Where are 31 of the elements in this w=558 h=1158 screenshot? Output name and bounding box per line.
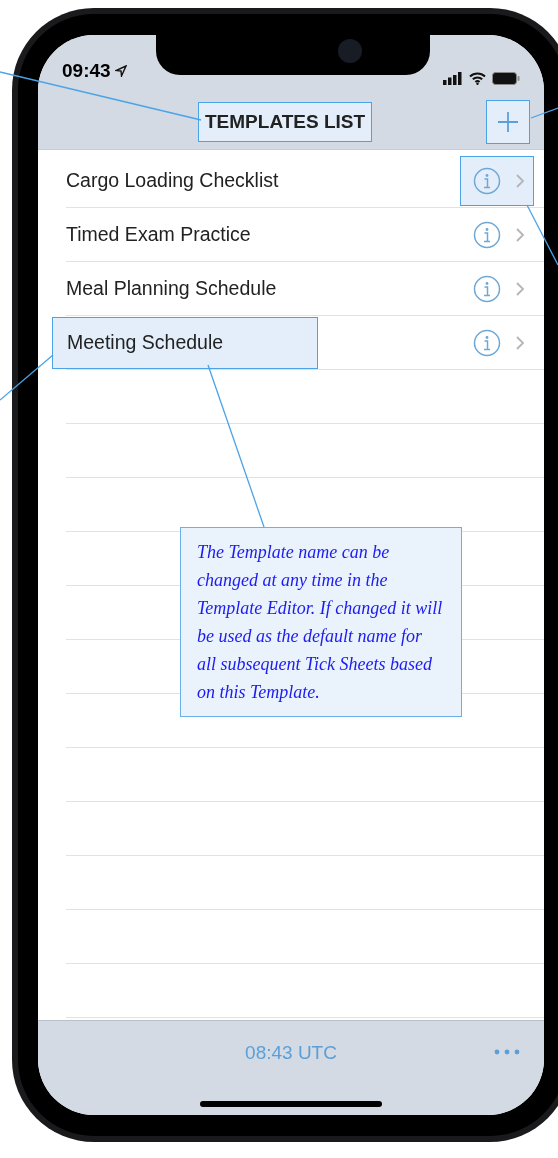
callout-note: The Template name can be changed at any time in the Template Editor. If changed it will be used as the default name for all subsequent Tick Sheets based on this Template. <box>180 527 462 717</box>
chevron-icon <box>515 335 525 351</box>
template-row[interactable]: Timed Exam Practice <box>38 208 544 262</box>
info-icon <box>473 275 501 303</box>
toolbar-time: 08:43 UTC <box>245 1041 337 1065</box>
chevron-icon <box>515 173 525 189</box>
chevron-icon <box>515 227 525 243</box>
wifi-icon <box>469 72 486 85</box>
signal-icon <box>443 72 463 85</box>
leader-line <box>0 354 54 401</box>
template-name: Meeting Schedule <box>52 317 318 369</box>
chevron-icon <box>515 281 525 297</box>
info-icon <box>473 221 501 249</box>
template-row[interactable]: Meal Planning Schedule <box>38 262 544 316</box>
battery-icon <box>492 72 520 85</box>
template-name: Meal Planning Schedule <box>65 276 277 302</box>
add-button[interactable] <box>486 100 530 144</box>
status-time: 09:43 <box>62 58 111 83</box>
location-arrow-icon <box>114 64 127 77</box>
template-name: Cargo Loading Checklist <box>65 168 279 194</box>
info-icon <box>473 329 501 357</box>
info-button[interactable] <box>460 156 534 206</box>
nav-title: TEMPLATES LIST <box>198 101 373 143</box>
more-icon[interactable] <box>494 1049 520 1055</box>
template-row[interactable]: Meeting Schedule <box>38 316 544 370</box>
info-icon <box>473 167 501 195</box>
template-name: Timed Exam Practice <box>65 222 251 248</box>
leader-line <box>526 204 558 266</box>
template-row[interactable]: Cargo Loading Checklist <box>38 154 544 208</box>
leader-line <box>530 107 558 119</box>
add-icon <box>497 111 519 133</box>
